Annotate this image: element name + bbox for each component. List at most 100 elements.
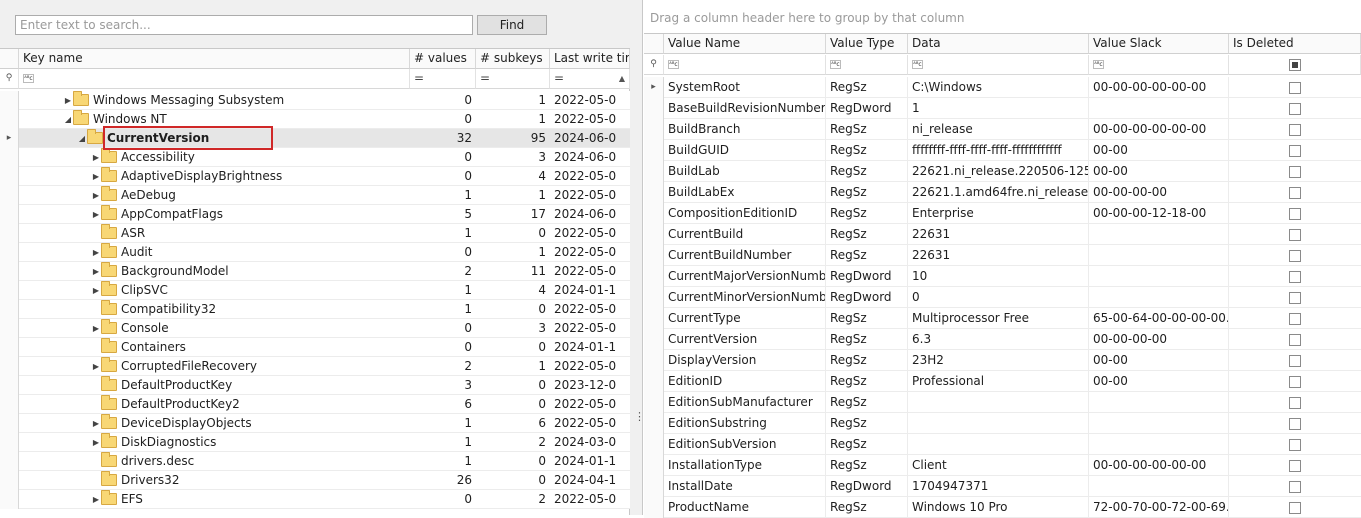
is-deleted-checkbox[interactable] bbox=[1289, 396, 1301, 409]
tree-key-cell[interactable]: Compatibility32 bbox=[19, 300, 410, 319]
value-data-cell: ni_release bbox=[908, 119, 1089, 140]
filter-value-slack[interactable]: ᴬᴮc bbox=[1089, 55, 1229, 75]
filter-checkbox[interactable] bbox=[1288, 58, 1301, 71]
is-deleted-checkbox[interactable] bbox=[1289, 81, 1301, 94]
equals-filter-icon: = bbox=[480, 71, 491, 85]
is-deleted-checkbox[interactable] bbox=[1289, 501, 1301, 514]
is-deleted-checkbox[interactable] bbox=[1289, 417, 1301, 430]
is-deleted-checkbox[interactable] bbox=[1289, 165, 1301, 178]
equals-filter-icon: = bbox=[554, 71, 565, 85]
key-name-label: DeviceDisplayObjects bbox=[121, 416, 252, 430]
is-deleted-checkbox[interactable] bbox=[1289, 375, 1301, 388]
tree-key-cell[interactable]: ▶ AeDebug bbox=[19, 186, 410, 205]
expand-icon[interactable]: ▶ bbox=[91, 414, 101, 433]
row-indicator bbox=[0, 433, 19, 452]
is-deleted-checkbox[interactable] bbox=[1289, 312, 1301, 325]
expand-icon[interactable]: ▶ bbox=[91, 148, 101, 167]
is-deleted-checkbox[interactable] bbox=[1289, 270, 1301, 283]
pane-splitter[interactable]: ⋮ bbox=[630, 0, 645, 515]
column-header-last-write[interactable]: Last write time bbox=[550, 49, 630, 69]
tree-key-cell[interactable]: ▶ Audit bbox=[19, 243, 410, 262]
row-indicator bbox=[0, 319, 19, 338]
tree-key-cell[interactable]: ▶ CorruptedFileRecovery bbox=[19, 357, 410, 376]
value-name-cell: CurrentMinorVersionNumber bbox=[664, 287, 826, 308]
column-header-data[interactable]: Data bbox=[908, 34, 1089, 54]
key-name-label: Drivers32 bbox=[121, 473, 180, 487]
tree-key-cell[interactable]: ▶ AppCompatFlags bbox=[19, 205, 410, 224]
search-input[interactable] bbox=[15, 15, 473, 35]
collapse-icon[interactable]: ◢ bbox=[63, 110, 73, 129]
filter-is-deleted[interactable] bbox=[1229, 55, 1361, 75]
row-indicator bbox=[0, 490, 19, 509]
column-header-value-slack[interactable]: Value Slack bbox=[1089, 34, 1229, 54]
filter-values[interactable]: = bbox=[410, 69, 476, 89]
tree-key-cell[interactable]: Drivers32 bbox=[19, 471, 410, 490]
tree-values-cell: 0 bbox=[464, 492, 472, 506]
text-filter-icon: ᴬᴮc bbox=[1093, 60, 1104, 69]
tree-key-cell[interactable]: ▶ DiskDiagnostics bbox=[19, 433, 410, 452]
expand-icon[interactable]: ▶ bbox=[91, 205, 101, 224]
filter-value-type[interactable]: ᴬᴮc bbox=[826, 55, 908, 75]
column-header-key-name[interactable]: Key name bbox=[19, 49, 410, 69]
tree-key-cell[interactable]: drivers.desc bbox=[19, 452, 410, 471]
tree-key-cell[interactable]: ▶ Windows Messaging Subsystem bbox=[19, 91, 410, 110]
tree-key-cell[interactable]: ▶ AdaptiveDisplayBrightness bbox=[19, 167, 410, 186]
column-header-value-type[interactable]: Value Type bbox=[826, 34, 908, 54]
tree-key-cell[interactable]: DefaultProductKey bbox=[19, 376, 410, 395]
expand-icon[interactable]: ▶ bbox=[91, 243, 101, 262]
is-deleted-cell bbox=[1229, 350, 1361, 371]
tree-subkeys-cell: 1 bbox=[538, 359, 546, 373]
column-header-value-name[interactable]: Value Name bbox=[664, 34, 826, 54]
expand-icon[interactable]: ▶ bbox=[91, 357, 101, 376]
filter-row-pin-icon: ⚲ bbox=[0, 69, 19, 89]
tree-time-cell: 2022-05-0 bbox=[554, 264, 617, 278]
column-header-subkeys[interactable]: # subkeys bbox=[476, 49, 550, 69]
collapse-icon[interactable]: ◢ bbox=[77, 129, 87, 148]
expand-icon[interactable]: ▶ bbox=[91, 262, 101, 281]
is-deleted-checkbox[interactable] bbox=[1289, 144, 1301, 157]
value-row-indicator bbox=[644, 119, 664, 140]
is-deleted-checkbox[interactable] bbox=[1289, 480, 1301, 493]
value-row-indicator bbox=[644, 224, 664, 245]
is-deleted-checkbox[interactable] bbox=[1289, 102, 1301, 115]
tree-key-cell[interactable]: Containers bbox=[19, 338, 410, 357]
group-by-panel[interactable]: Drag a column header here to group by th… bbox=[644, 0, 1361, 34]
filter-data[interactable]: ᴬᴮc bbox=[908, 55, 1089, 75]
expand-icon[interactable]: ▶ bbox=[91, 167, 101, 186]
is-deleted-checkbox[interactable] bbox=[1289, 228, 1301, 241]
is-deleted-checkbox[interactable] bbox=[1289, 249, 1301, 262]
tree-key-cell[interactable]: ▶ DeviceDisplayObjects bbox=[19, 414, 410, 433]
filter-value-name[interactable]: ᴬᴮc bbox=[664, 55, 826, 75]
tree-key-cell[interactable]: DefaultProductKey2 bbox=[19, 395, 410, 414]
is-deleted-checkbox[interactable] bbox=[1289, 354, 1301, 367]
expand-icon[interactable]: ▶ bbox=[91, 186, 101, 205]
value-slack-cell: 00-00 bbox=[1089, 140, 1229, 161]
filter-key-name[interactable]: ᴬᴮc bbox=[19, 69, 410, 89]
tree-values-cell: 0 bbox=[464, 169, 472, 183]
column-header-is-deleted[interactable]: Is Deleted bbox=[1229, 34, 1361, 54]
find-button[interactable]: Find bbox=[477, 15, 547, 35]
is-deleted-checkbox[interactable] bbox=[1289, 207, 1301, 220]
tree-key-cell[interactable]: ASR bbox=[19, 224, 410, 243]
is-deleted-checkbox[interactable] bbox=[1289, 123, 1301, 136]
expand-icon[interactable]: ▶ bbox=[63, 91, 73, 110]
expand-icon[interactable]: ▶ bbox=[91, 319, 101, 338]
expand-icon[interactable]: ▶ bbox=[91, 490, 101, 509]
is-deleted-checkbox[interactable] bbox=[1289, 438, 1301, 451]
tree-key-cell[interactable]: ▶ ClipSVC bbox=[19, 281, 410, 300]
value-data-cell: 22621.ni_release.220506-1250 bbox=[908, 161, 1089, 182]
expand-icon[interactable]: ▶ bbox=[91, 281, 101, 300]
is-deleted-checkbox[interactable] bbox=[1289, 291, 1301, 304]
filter-subkeys[interactable]: = bbox=[476, 69, 550, 89]
tree-key-cell[interactable]: ▶ Accessibility bbox=[19, 148, 410, 167]
tree-key-cell[interactable]: ▶ BackgroundModel bbox=[19, 262, 410, 281]
expand-icon[interactable]: ▶ bbox=[91, 433, 101, 452]
is-deleted-checkbox[interactable] bbox=[1289, 459, 1301, 472]
is-deleted-checkbox[interactable] bbox=[1289, 186, 1301, 199]
tree-key-cell[interactable]: ▶ Console bbox=[19, 319, 410, 338]
scroll-up-icon[interactable]: ▲ bbox=[617, 73, 627, 85]
tree-key-cell[interactable]: ▶ EFS bbox=[19, 490, 410, 509]
is-deleted-checkbox[interactable] bbox=[1289, 333, 1301, 346]
tree-values-cell: 1 bbox=[464, 302, 472, 316]
column-header-values[interactable]: # values bbox=[410, 49, 476, 69]
